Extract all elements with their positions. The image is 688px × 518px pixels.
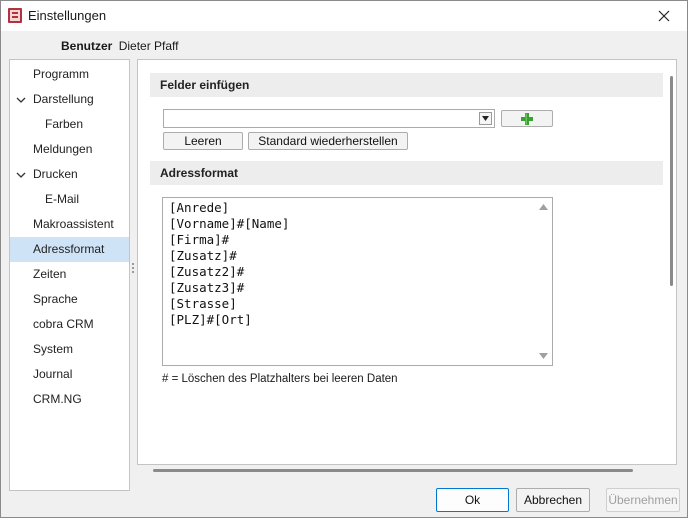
- sidebar-item-label: cobra CRM: [33, 317, 94, 331]
- sidebar-item-label: CRM.NG: [33, 392, 82, 406]
- sidebar-item-label: Farben: [45, 117, 84, 131]
- address-format-lines: [Anrede] [Vorname]#[Name] [Firma]# [Zusa…: [169, 200, 289, 328]
- content-vertical-scrollbar[interactable]: [670, 76, 673, 286]
- textarea-scrollbar[interactable]: [535, 198, 552, 365]
- sidebar-item-darstellung[interactable]: Darstellung: [10, 87, 129, 112]
- user-label: Benutzer: [61, 39, 113, 53]
- sidebar-item-label: System: [33, 342, 74, 356]
- address-format-line: [Zusatz2]#: [169, 264, 245, 279]
- address-format-line: [Anrede]: [169, 200, 230, 215]
- plus-icon: [521, 112, 533, 125]
- sidebar-item-farben[interactable]: Farben: [10, 112, 129, 137]
- cancel-button[interactable]: Abbrechen: [516, 488, 590, 512]
- app-icon: [7, 7, 23, 24]
- scroll-up-icon[interactable]: [539, 204, 548, 210]
- sidebar-item-sprache[interactable]: Sprache: [10, 287, 129, 312]
- user-name: Dieter Pfaff: [118, 39, 179, 53]
- add-field-button[interactable]: [501, 110, 553, 127]
- title-bar: Einstellungen: [1, 1, 687, 31]
- sidebar-item-label: E-Mail: [45, 192, 80, 206]
- sidebar-item-system[interactable]: System: [10, 337, 129, 362]
- content-horizontal-scrollbar[interactable]: [153, 469, 633, 472]
- sidebar-item-label: Adressformat: [33, 242, 105, 256]
- field-select[interactable]: [163, 109, 495, 128]
- section-header-adressformat: Adressformat: [150, 161, 663, 185]
- chevron-down-icon[interactable]: [16, 162, 28, 190]
- sidebar-item-journal[interactable]: Journal: [10, 362, 129, 387]
- window-title: Einstellungen: [28, 8, 107, 23]
- sidebar-item-label: Journal: [33, 367, 73, 381]
- address-format-line: [Strasse]: [169, 296, 237, 311]
- dropdown-arrow-icon[interactable]: [479, 112, 492, 125]
- settings-window: Einstellungen Benutzer Dieter Pfaff Prog…: [0, 0, 688, 518]
- settings-sidebar: Programm Darstellung Farben Meldungen Dr…: [9, 59, 130, 491]
- user-line: Benutzer Dieter Pfaff: [61, 39, 179, 53]
- sidebar-item-label: Makroassistent: [33, 217, 114, 231]
- sidebar-item-crm-ng[interactable]: CRM.NG: [10, 387, 129, 412]
- address-format-textarea[interactable]: [Anrede] [Vorname]#[Name] [Firma]# [Zusa…: [162, 197, 553, 366]
- splitter-handle[interactable]: [132, 263, 135, 277]
- address-format-line: [Zusatz3]#: [169, 280, 245, 295]
- address-format-line: [Firma]#: [169, 232, 230, 247]
- sidebar-item-label: Darstellung: [33, 92, 94, 106]
- address-format-line: [Zusatz]#: [169, 248, 237, 263]
- sidebar-item-label: Programm: [33, 67, 90, 81]
- sidebar-item-label: Drucken: [33, 167, 78, 181]
- sidebar-item-zeiten[interactable]: Zeiten: [10, 262, 129, 287]
- ok-button[interactable]: Ok: [436, 488, 509, 512]
- clear-button[interactable]: Leeren: [163, 132, 243, 150]
- address-format-line: [PLZ]#[Ort]: [169, 312, 252, 327]
- address-format-line: [Vorname]#[Name]: [169, 216, 290, 231]
- placeholder-hint: # = Löschen des Platzhalters bei leeren …: [162, 373, 398, 385]
- close-icon: [658, 10, 670, 22]
- sidebar-item-label: Sprache: [33, 292, 78, 306]
- sidebar-item-email[interactable]: E-Mail: [10, 187, 129, 212]
- sidebar-item-programm[interactable]: Programm: [10, 62, 129, 87]
- section-header-felder: Felder einfügen: [150, 73, 663, 97]
- sidebar-item-adressformat[interactable]: Adressformat: [10, 237, 129, 262]
- sidebar-item-makroassistent[interactable]: Makroassistent: [10, 212, 129, 237]
- chevron-down-icon[interactable]: [16, 87, 28, 115]
- settings-content-panel: Felder einfügen Leeren Standard wiederhe…: [137, 59, 677, 465]
- sidebar-item-label: Meldungen: [33, 142, 93, 156]
- sidebar-item-meldungen[interactable]: Meldungen: [10, 137, 129, 162]
- close-button[interactable]: [641, 1, 687, 31]
- sidebar-item-cobra-crm[interactable]: cobra CRM: [10, 312, 129, 337]
- scroll-down-icon[interactable]: [539, 353, 548, 359]
- sidebar-item-label: Zeiten: [33, 267, 67, 281]
- apply-button[interactable]: Übernehmen: [606, 488, 680, 512]
- restore-default-button[interactable]: Standard wiederherstellen: [248, 132, 408, 150]
- sidebar-item-drucken[interactable]: Drucken: [10, 162, 129, 187]
